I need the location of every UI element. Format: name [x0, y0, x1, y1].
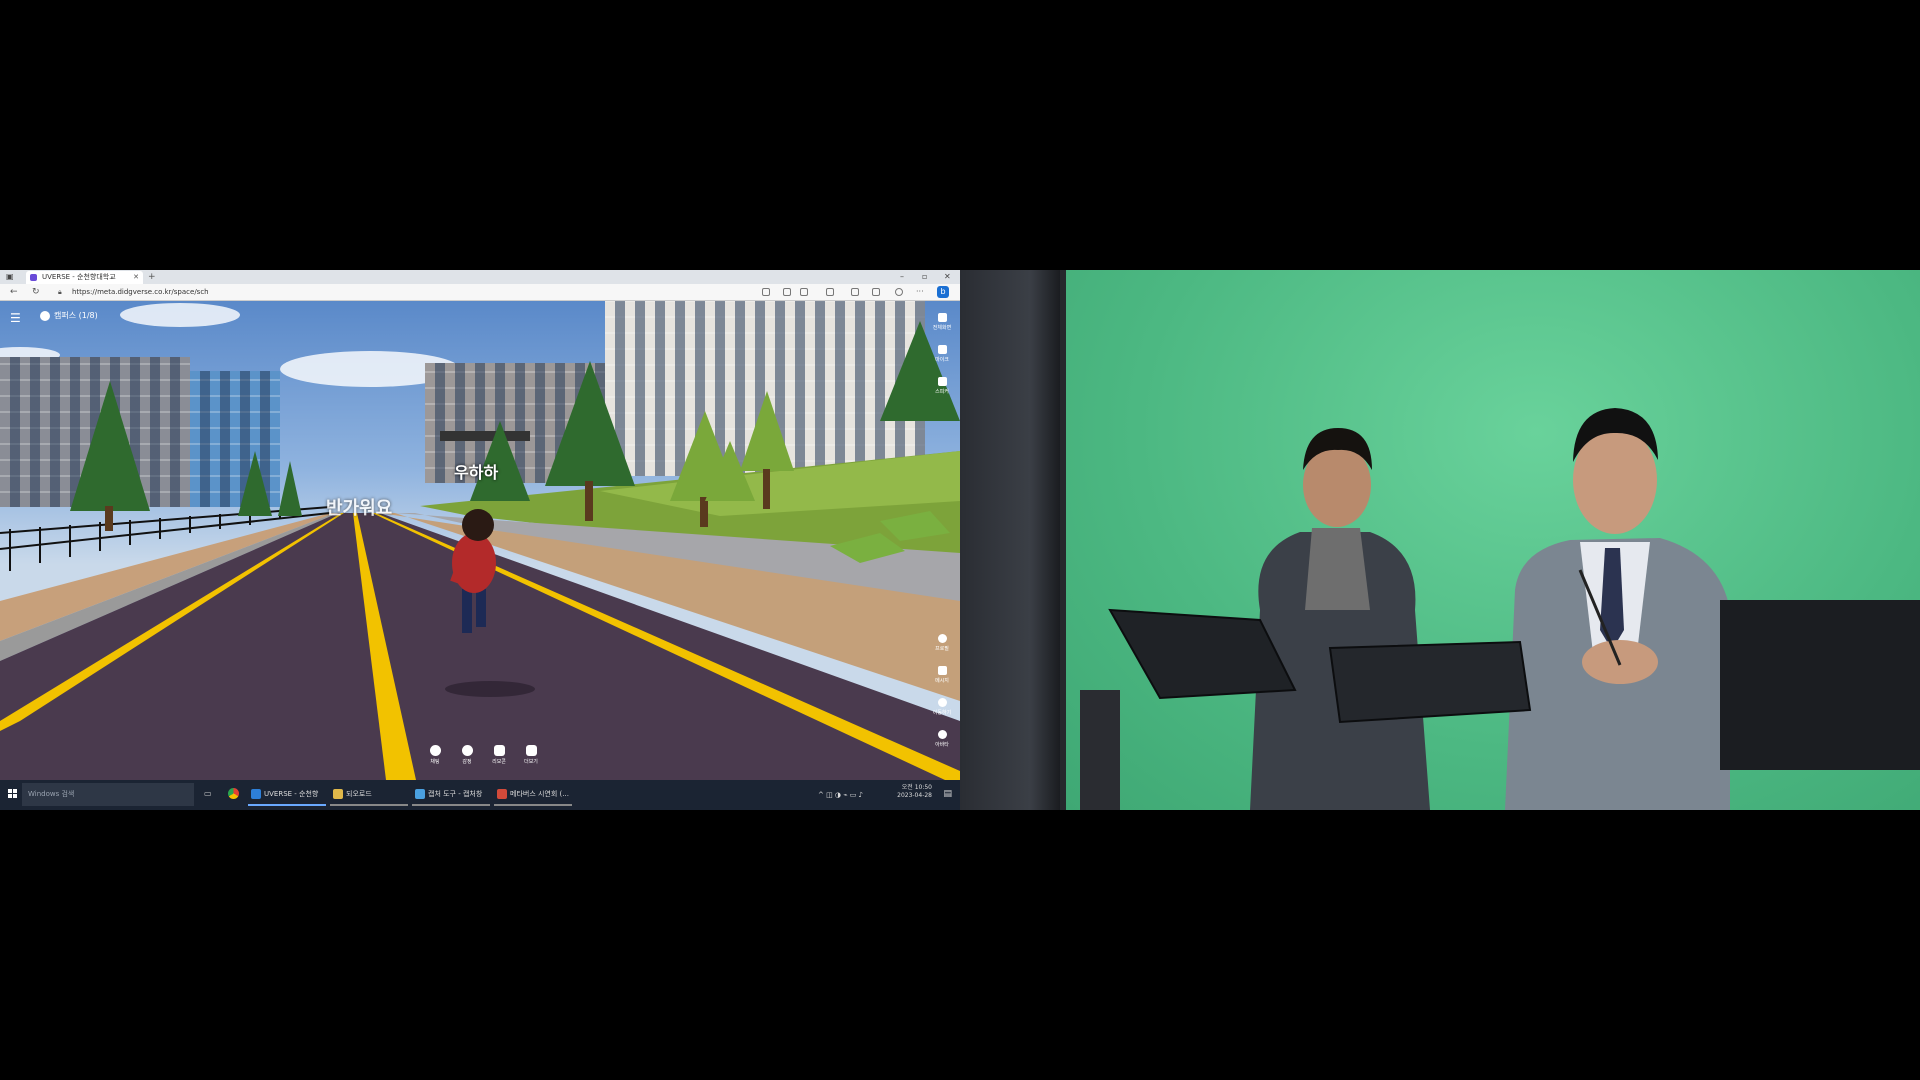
teleport-button[interactable]: 이동하기	[924, 698, 960, 730]
channel-icon	[40, 310, 50, 321]
lock-icon: 🔒︎	[58, 288, 62, 296]
monitor-right	[1328, 640, 1532, 724]
more-button[interactable]: 더보기	[516, 745, 546, 765]
speaker-button[interactable]: 스피커	[924, 377, 960, 409]
hamburger-menu-icon[interactable]: ☰	[10, 311, 21, 325]
game-viewport[interactable]: ☰ 캠퍼스 (1/8) 우하하 반가워요 전체화면 마이크 스피커 프로필 메시…	[0, 301, 960, 780]
window-close-button[interactable]: ✕	[944, 270, 951, 284]
monitor-far-right	[1720, 600, 1920, 770]
chat-button[interactable]: 채팅	[420, 745, 450, 765]
presenters-scene	[1080, 408, 1920, 810]
taskbar-item[interactable]: 메타버스 시연회 (...	[494, 783, 572, 806]
tab-close-icon[interactable]: ✕	[133, 271, 139, 284]
emotion-button[interactable]: 감정	[452, 745, 482, 765]
vote-icon	[493, 745, 505, 756]
address-bar-row: ← ↻ 🔒︎ https://meta.didgverse.co.kr/spac…	[0, 284, 960, 301]
taskbar-item[interactable]: 되오로드	[330, 783, 408, 806]
bottom-action-bar: 채팅 감정 리모콘 더보기	[420, 745, 540, 775]
bing-chat-icon[interactable]: b	[937, 286, 949, 298]
emotion-icon	[461, 745, 473, 756]
avatar-button[interactable]: 아바타	[924, 730, 960, 762]
profile-button[interactable]: 프로필	[924, 634, 960, 666]
presenter-left	[1250, 428, 1430, 810]
folder-icon	[333, 789, 343, 799]
taskbar-item[interactable]: 캡처 도구 - 캡처창	[412, 783, 490, 806]
right-rail-bottom: 프로필 메시지 이동하기 아바타	[924, 634, 960, 762]
more-menu-icon[interactable]: ···	[916, 284, 924, 300]
url-field[interactable]: https://meta.didgverse.co.kr/space/sch	[72, 286, 209, 298]
taskbar-search[interactable]: Windows 검색	[22, 783, 194, 806]
window-maximize-button[interactable]: ▫	[922, 270, 927, 284]
grid-icon	[525, 745, 537, 756]
chrome-icon[interactable]	[228, 788, 239, 799]
favorites-icon[interactable]	[851, 288, 859, 296]
map-pin-icon	[937, 698, 947, 707]
mic-button[interactable]: 마이크	[924, 345, 960, 377]
powerpoint-icon	[497, 789, 507, 799]
refresh-icon[interactable]: ↻	[32, 284, 40, 300]
message-button[interactable]: 메시지	[924, 666, 960, 698]
taskbar-clock[interactable]: 오전 10:50 2023-04-28	[897, 784, 932, 800]
profile-avatar-icon[interactable]	[895, 288, 903, 296]
favorite-add-icon[interactable]	[800, 288, 808, 296]
back-icon[interactable]: ←	[10, 284, 18, 300]
monitor-stand	[1080, 690, 1120, 810]
windows-taskbar: Windows 검색 ▭ UVERSE - 순천향대... 되오로드 캡처 도구…	[0, 780, 960, 810]
camera-permission-icon[interactable]	[762, 288, 770, 296]
user-icon	[937, 730, 947, 739]
fullscreen-icon	[937, 313, 947, 322]
extensions-icon[interactable]	[826, 288, 834, 296]
uverse-favicon-icon	[30, 274, 37, 281]
road-scene	[0, 321, 960, 780]
remote-button[interactable]: 리모콘	[484, 745, 514, 765]
chat-icon	[429, 745, 441, 756]
window-minimize-button[interactable]: –	[900, 270, 904, 284]
presenter-right	[1505, 408, 1730, 810]
notification-icon[interactable]: ▤	[943, 789, 952, 799]
fullscreen-button[interactable]: 전체화면	[924, 313, 960, 345]
right-rail-top: 전체화면 마이크 스피커	[924, 313, 960, 409]
browser-tab[interactable]: UVERSE - 순천향대학교 ✕	[26, 271, 143, 284]
camera-feed	[960, 270, 1920, 810]
new-tab-button[interactable]: +	[148, 270, 156, 284]
system-tray-icons[interactable]: ^ ◫ ◑ ⌁ ▭ ♪	[818, 791, 863, 799]
taskbar-item[interactable]: UVERSE - 순천향대...	[248, 783, 326, 806]
task-view-icon[interactable]: ▭	[204, 789, 212, 798]
channel-selector[interactable]: 캠퍼스 (1/8)	[40, 309, 98, 323]
chat-bubble: 반가워요	[326, 498, 393, 519]
avatar-shadow	[445, 681, 535, 697]
screen-share: ▣ UVERSE - 순천향대학교 ✕ + – ▫ ✕ ← ↻ 🔒︎ https…	[0, 270, 960, 810]
browser-tab-bar: ▣ UVERSE - 순천향대학교 ✕ + – ▫ ✕	[0, 270, 960, 284]
snipping-tool-icon	[415, 789, 425, 799]
collections-icon[interactable]	[872, 288, 880, 296]
profile-icon	[937, 634, 947, 643]
player-name-tag: 우하하	[454, 463, 499, 482]
mic-icon	[937, 345, 947, 354]
mail-icon	[937, 666, 947, 675]
edge-icon	[251, 789, 261, 799]
read-aloud-icon[interactable]	[783, 288, 791, 296]
windows-start-icon[interactable]	[8, 789, 18, 799]
speaker-icon	[937, 377, 947, 386]
tab-actions-icon[interactable]: ▣	[6, 270, 14, 284]
